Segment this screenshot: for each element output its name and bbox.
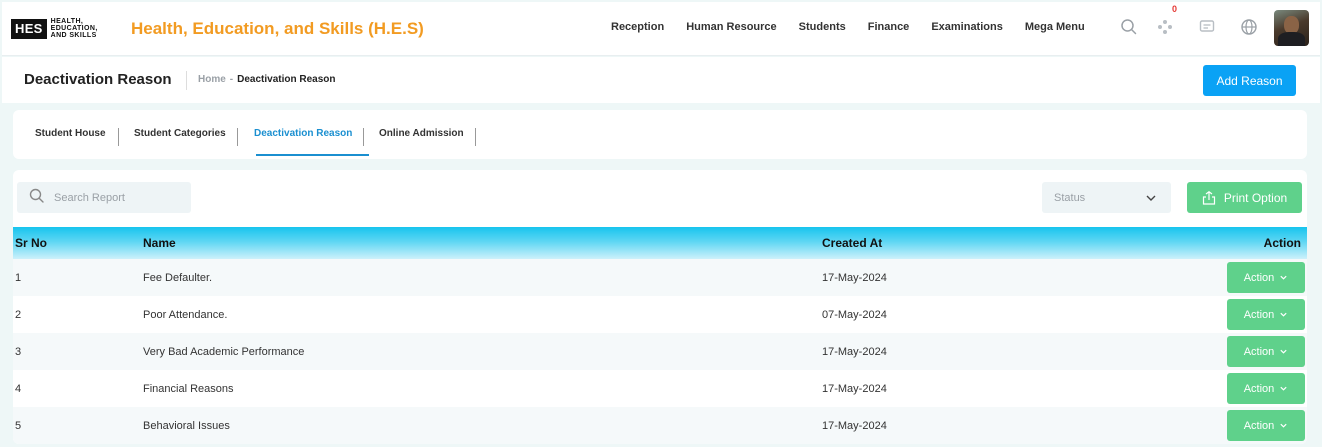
cell-name: Very Bad Academic Performance <box>143 345 305 358</box>
main-nav: Reception Human Resource Students Financ… <box>611 21 1085 33</box>
nav-item-mega-menu[interactable]: Mega Menu <box>1025 21 1085 33</box>
tab-student-categories[interactable]: Student Categories <box>134 110 226 157</box>
logo-mark: HES <box>11 18 47 39</box>
cell-name: Behavioral Issues <box>143 419 230 432</box>
row-action-button[interactable]: Action <box>1227 299 1305 330</box>
row-action-button[interactable]: Action <box>1227 336 1305 367</box>
add-reason-button[interactable]: Add Reason <box>1203 65 1296 96</box>
action-label: Action <box>1243 271 1275 284</box>
nav-item-students[interactable]: Students <box>799 21 846 33</box>
cell-created-at: 17-May-2024 <box>822 345 887 358</box>
breadcrumb-separator: - <box>229 74 234 85</box>
share-icon <box>1202 190 1215 205</box>
cell-name: Fee Defaulter. <box>143 271 213 284</box>
chevron-down-icon <box>1280 423 1287 428</box>
cell-sr-no: 2 <box>15 308 22 321</box>
table-row: 3 Very Bad Academic Performance 17-May-2… <box>13 333 1307 370</box>
cell-sr-no: 1 <box>15 271 22 284</box>
action-label: Action <box>1243 419 1275 432</box>
cell-created-at: 07-May-2024 <box>822 308 887 321</box>
row-action-button[interactable]: Action <box>1227 262 1305 293</box>
logo-text: HEALTH, EDUCATION, AND SKILLS <box>50 18 98 39</box>
cell-sr-no: 3 <box>15 345 22 358</box>
table-row: 1 Fee Defaulter. 17-May-2024 Action <box>13 259 1307 296</box>
chevron-down-icon <box>1280 386 1287 391</box>
column-header-sr-no: Sr No <box>15 236 48 250</box>
cell-created-at: 17-May-2024 <box>822 382 887 395</box>
cell-created-at: 17-May-2024 <box>822 419 887 432</box>
nav-item-examinations[interactable]: Examinations <box>931 21 1003 33</box>
avatar[interactable] <box>1274 10 1309 46</box>
nav-item-human-resource[interactable]: Human Resource <box>686 21 776 33</box>
chevron-down-icon <box>1280 349 1287 354</box>
action-label: Action <box>1243 345 1275 358</box>
brand-logo[interactable]: HES HEALTH, EDUCATION, AND SKILLS <box>11 18 98 39</box>
column-header-name: Name <box>143 236 176 250</box>
column-header-created-at: Created At <box>822 236 883 250</box>
page-title: Deactivation Reason <box>24 71 172 88</box>
print-option-button[interactable]: Print Option <box>1187 182 1302 213</box>
row-action-button[interactable]: Action <box>1227 373 1305 404</box>
cell-sr-no: 4 <box>15 382 22 395</box>
chevron-down-icon <box>1280 312 1287 317</box>
column-header-action: Action <box>1263 236 1301 250</box>
row-action-button[interactable]: Action <box>1227 410 1305 441</box>
breadcrumb-current: Deactivation Reason <box>237 74 336 85</box>
reasons-card: Status Print Option Sr No Name Created A… <box>13 170 1307 444</box>
search-icon <box>29 188 45 207</box>
table-header-row: Sr No Name Created At Action <box>13 227 1307 259</box>
cell-name: Financial Reasons <box>143 382 234 395</box>
table-row: 2 Poor Attendance. 07-May-2024 Action <box>13 296 1307 333</box>
tab-divider <box>363 128 364 146</box>
breadcrumb: Home - Deactivation Reason <box>198 74 336 85</box>
print-option-label: Print Option <box>1223 190 1288 205</box>
tab-deactivation-reason[interactable]: Deactivation Reason <box>254 110 352 157</box>
notification-badge: 0 <box>1172 4 1178 14</box>
tab-divider <box>237 128 238 146</box>
top-navbar: HES HEALTH, EDUCATION, AND SKILLS Health… <box>2 2 1320 56</box>
tab-divider <box>118 128 119 146</box>
cell-sr-no: 5 <box>15 419 22 432</box>
active-tab-indicator <box>256 154 369 156</box>
globe-icon[interactable] <box>1238 16 1260 38</box>
table-row: 4 Financial Reasons 17-May-2024 Action <box>13 370 1307 407</box>
tab-divider <box>475 128 476 146</box>
reasons-table: Sr No Name Created At Action 1 Fee Defau… <box>13 227 1307 444</box>
nav-item-finance[interactable]: Finance <box>868 21 910 33</box>
action-label: Action <box>1243 382 1275 395</box>
brand-title: Health, Education, and Skills (H.E.S) <box>131 19 424 38</box>
chevron-down-icon <box>1280 275 1287 280</box>
search-box[interactable] <box>17 182 191 213</box>
header-divider <box>186 71 187 90</box>
status-placeholder: Status <box>1054 191 1086 204</box>
apps-icon[interactable] <box>1154 16 1176 38</box>
tab-student-house[interactable]: Student House <box>35 110 106 157</box>
chevron-down-icon <box>1146 195 1156 201</box>
cell-name: Poor Attendance. <box>143 308 228 321</box>
tab-bar: Student House Student Categories Deactiv… <box>13 110 1307 159</box>
search-input[interactable] <box>54 191 184 204</box>
action-label: Action <box>1243 308 1275 321</box>
table-row: 5 Behavioral Issues 17-May-2024 Action <box>13 407 1307 444</box>
cell-created-at: 17-May-2024 <box>822 271 887 284</box>
page-header: Deactivation Reason Home - Deactivation Re… <box>2 57 1320 103</box>
chat-icon[interactable] <box>1196 16 1218 38</box>
tab-online-admission[interactable]: Online Admission <box>379 110 464 157</box>
nav-item-reception[interactable]: Reception <box>611 21 664 33</box>
search-icon[interactable] <box>1118 16 1140 38</box>
status-select[interactable]: Status <box>1042 182 1171 213</box>
breadcrumb-home[interactable]: Home <box>198 74 226 85</box>
